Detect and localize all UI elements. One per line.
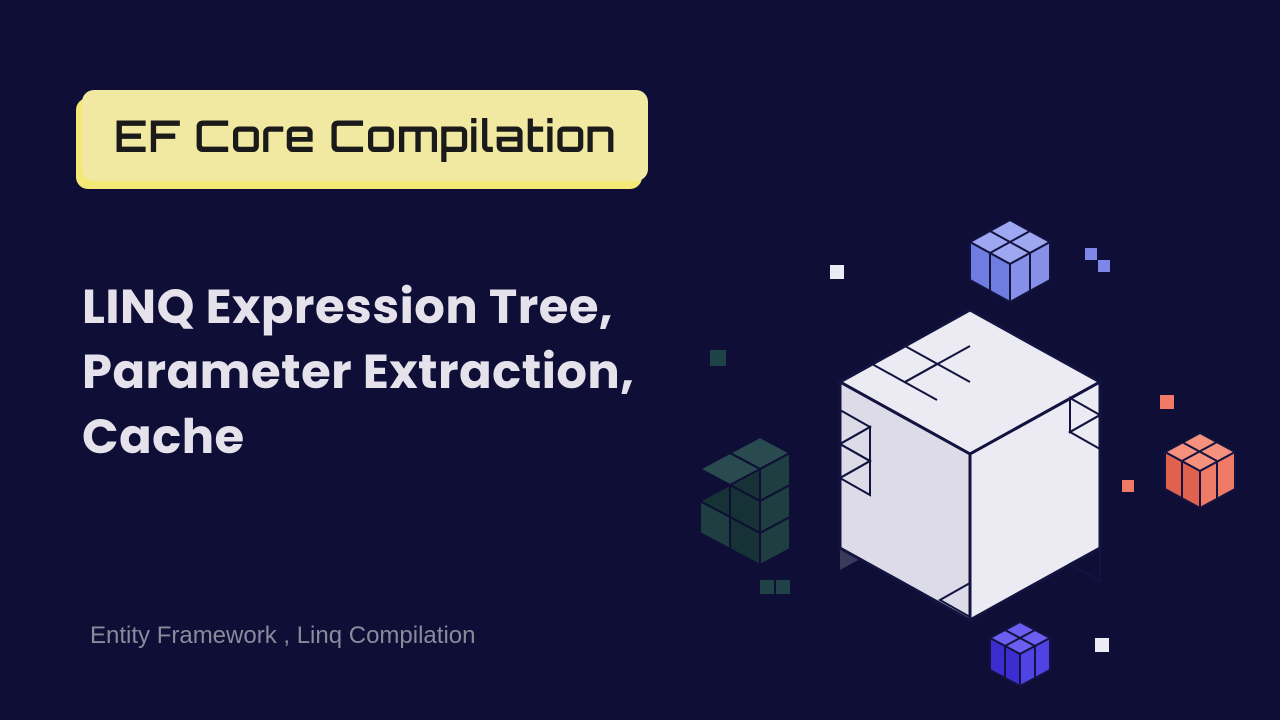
footer-text: Entity Framework , Linq Compilation xyxy=(90,622,475,650)
title-badge: EF Core Compilation xyxy=(82,90,648,181)
subtitle-text: LINQ Expression Tree, Parameter Extracti… xyxy=(82,275,722,469)
cube-illustration-icon xyxy=(690,200,1250,700)
title-text: EF Core Compilation xyxy=(114,108,616,163)
